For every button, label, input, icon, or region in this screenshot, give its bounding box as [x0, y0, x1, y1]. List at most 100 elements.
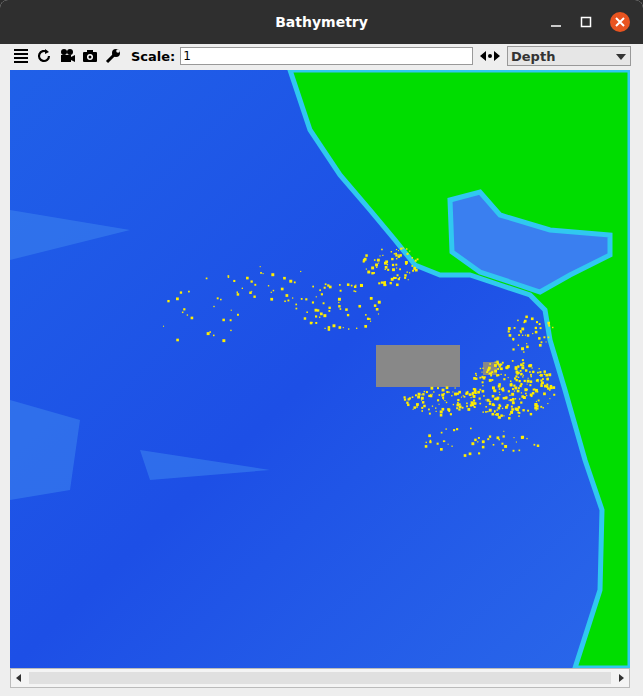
drifter-point — [503, 431, 504, 432]
drifter-point — [494, 410, 496, 412]
bathymetry-map[interactable] — [10, 70, 630, 668]
drifter-point — [339, 284, 341, 286]
drifter-point — [521, 384, 523, 386]
minimize-icon[interactable] — [549, 15, 563, 29]
drifter-point — [399, 268, 401, 270]
drifter-point — [546, 378, 549, 381]
drifter-point — [428, 409, 430, 411]
drifter-point — [464, 396, 466, 398]
scroll-left-icon[interactable] — [11, 670, 27, 686]
drifter-point — [546, 341, 547, 342]
drifter-point — [429, 413, 431, 415]
drifter-point — [364, 258, 367, 261]
drifter-point — [440, 448, 443, 451]
drifter-point — [340, 308, 342, 310]
drifter-point — [375, 263, 378, 266]
drifter-point — [536, 409, 537, 410]
drifter-point — [453, 404, 454, 405]
drifter-point — [521, 328, 524, 331]
drifter-point — [429, 441, 431, 443]
drifter-point — [549, 389, 551, 391]
drifter-point — [520, 401, 522, 403]
video-camera-icon[interactable] — [58, 47, 76, 65]
drifter-point — [398, 255, 401, 258]
drifter-point — [319, 317, 320, 318]
drifter-point — [548, 337, 550, 339]
drifter-point — [511, 408, 514, 411]
arrows-icon[interactable] — [478, 47, 502, 65]
layers-icon[interactable] — [12, 47, 30, 65]
drifter-point — [473, 406, 474, 407]
drifter-point — [461, 397, 462, 398]
drifter-point — [421, 407, 423, 409]
drifter-point — [487, 399, 490, 402]
drifter-point — [412, 265, 413, 266]
drifter-point — [513, 450, 515, 452]
drifter-point — [405, 263, 407, 265]
drifter-point — [405, 261, 408, 264]
drifter-point — [530, 364, 533, 367]
drifter-point — [540, 379, 542, 381]
drifter-point — [543, 370, 545, 372]
close-icon[interactable] — [609, 11, 631, 33]
camera-icon[interactable] — [81, 47, 99, 65]
drifter-point — [550, 385, 553, 388]
drifter-point — [416, 270, 417, 271]
drifter-point — [538, 399, 540, 401]
maximize-icon[interactable] — [579, 15, 593, 29]
drifter-point — [287, 300, 289, 302]
drifter-point — [361, 284, 363, 286]
drifter-point — [518, 415, 520, 417]
drifter-point — [398, 254, 399, 255]
drifter-point — [339, 326, 342, 329]
drifter-point — [497, 368, 499, 370]
drifter-point — [489, 403, 491, 405]
drifter-point — [514, 387, 517, 390]
drifter-point — [328, 307, 330, 309]
drifter-point — [505, 366, 507, 368]
drifter-point — [176, 339, 179, 342]
drifter-point — [539, 368, 540, 369]
refresh-icon[interactable] — [35, 47, 53, 65]
drifter-point — [441, 408, 444, 411]
drifter-point — [444, 441, 445, 442]
drifter-point — [480, 403, 482, 405]
drifter-point — [343, 327, 344, 328]
drifter-point — [511, 393, 514, 396]
layer-combo[interactable]: Depth — [507, 46, 631, 66]
drifter-point — [220, 299, 222, 301]
title-bar: Bathymetry — [0, 0, 643, 44]
drifter-point — [498, 385, 501, 388]
horizontal-scrollbar[interactable] — [10, 668, 630, 688]
drifter-point — [493, 444, 495, 446]
drifter-point — [425, 445, 428, 448]
drifter-point — [494, 410, 495, 411]
drifter-point — [450, 413, 452, 415]
drifter-point — [254, 284, 256, 286]
drifter-point — [418, 393, 421, 396]
drifter-point — [398, 278, 400, 280]
drifter-point — [283, 277, 286, 280]
drifter-point — [512, 360, 514, 362]
drifter-point — [395, 277, 397, 279]
drifter-point — [492, 403, 495, 406]
drifter-point — [489, 435, 491, 437]
drifter-point — [415, 260, 417, 262]
drifter-point — [491, 413, 494, 416]
drifter-point — [536, 380, 538, 382]
drifter-point — [459, 405, 462, 408]
scale-field[interactable] — [180, 47, 473, 65]
drifter-point — [509, 400, 510, 401]
drifter-point — [233, 280, 235, 282]
drifter-point — [430, 387, 433, 390]
drifter-point — [440, 410, 443, 413]
drifter-point — [499, 394, 500, 395]
drifter-point — [315, 309, 318, 312]
drifter-point — [209, 331, 211, 333]
drifter-point — [540, 327, 542, 329]
scroll-right-icon[interactable] — [613, 670, 629, 686]
drifter-point — [413, 406, 416, 409]
drifter-point — [475, 373, 477, 375]
drifter-point — [458, 408, 460, 410]
wrench-icon[interactable] — [104, 47, 122, 65]
